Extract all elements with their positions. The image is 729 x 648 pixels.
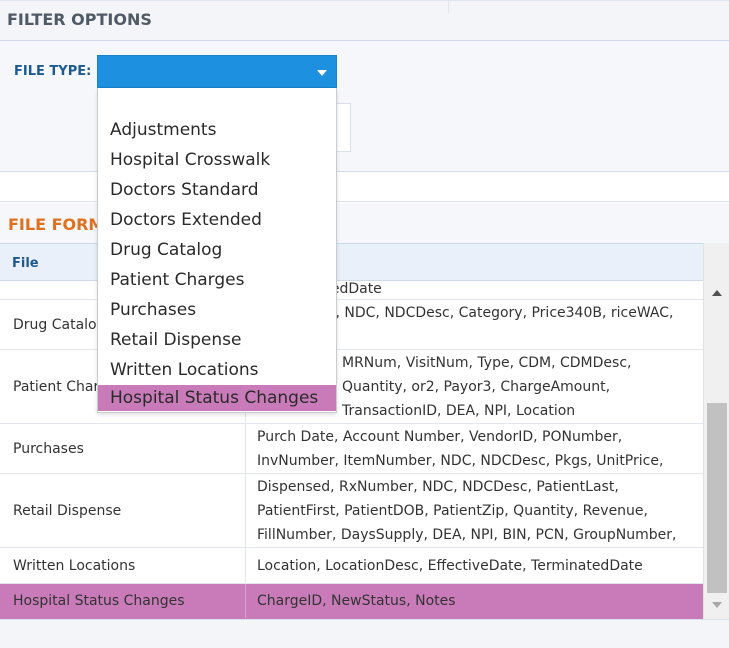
scroll-up-icon[interactable]	[712, 290, 722, 296]
vertical-scrollbar[interactable]	[703, 243, 729, 619]
dropdown-option-highlighted[interactable]: Hospital Status Changes	[98, 385, 336, 411]
table-row-selected[interactable]: Hospital Status Changes ChargeID, NewSta…	[0, 584, 703, 619]
title-bar-divider	[448, 1, 449, 13]
filter-options-title: FILTER OPTIONS	[7, 10, 152, 29]
row-file: Retail Dispense	[0, 474, 246, 547]
row-columns: Purch Date, Account Number, VendorID, PO…	[257, 429, 664, 469]
row-columns: ChargeID, NewStatus, Notes	[257, 593, 456, 609]
table-row[interactable]: Retail Dispense Dispensed, RxNumber, NDC…	[0, 474, 703, 548]
dropdown-option[interactable]: Doctors Extended	[98, 205, 336, 235]
row-file: Written Locations	[0, 548, 246, 583]
file-type-dropdown-list[interactable]: Adjustments Hospital Crosswalk Doctors S…	[97, 88, 337, 413]
table-row[interactable]: Purchases Purch Date, Account Number, Ve…	[0, 424, 703, 474]
row-file: Hospital Status Changes	[0, 584, 246, 618]
scroll-down-icon[interactable]	[712, 602, 722, 608]
dropdown-option[interactable]: Doctors Standard	[98, 175, 336, 205]
dropdown-option[interactable]: Adjustments	[98, 115, 336, 145]
row-columns: Location, LocationDesc, EffectiveDate, T…	[257, 558, 643, 574]
header-file[interactable]: File	[12, 256, 39, 271]
footer-band	[0, 619, 729, 648]
dropdown-option[interactable]: Patient Charges	[98, 265, 336, 295]
file-type-select[interactable]	[97, 55, 337, 88]
table-row[interactable]: Written Locations Location, LocationDesc…	[0, 548, 703, 584]
row-columns: Dispensed, RxNumber, NDC, NDCDesc, Patie…	[257, 479, 677, 543]
scroll-thumb[interactable]	[707, 403, 727, 593]
dropdown-option[interactable]: Hospital Crosswalk	[98, 145, 336, 175]
dropdown-option[interactable]: Written Locations	[98, 355, 336, 385]
dropdown-option[interactable]: Purchases	[98, 295, 336, 325]
dropdown-option[interactable]: Retail Dispense	[98, 325, 336, 355]
row-file: Purchases	[0, 424, 246, 473]
file-type-label: FILE TYPE:	[14, 64, 92, 79]
dropdown-option[interactable]: Drug Catalog	[98, 235, 336, 265]
chevron-down-icon[interactable]	[317, 70, 327, 76]
